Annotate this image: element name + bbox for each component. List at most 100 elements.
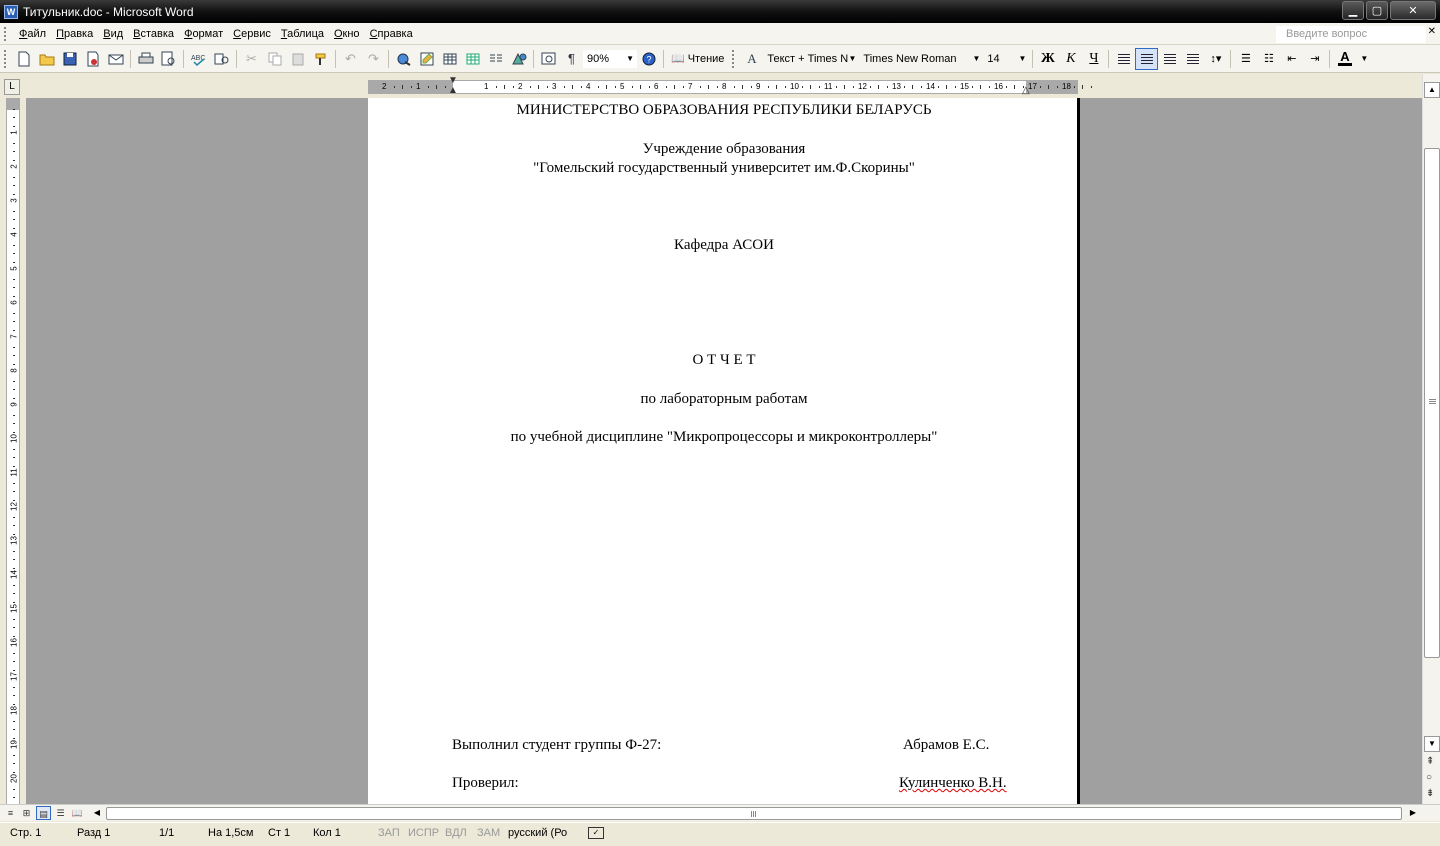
- print-icon[interactable]: [134, 48, 157, 70]
- document-area[interactable]: МИНИСТЕРСТВО ОБРАЗОВАНИЯ РЕСПУБЛИКИ БЕЛА…: [26, 98, 1422, 804]
- scroll-up-button[interactable]: ▲: [1424, 82, 1440, 98]
- reading-layout-icon[interactable]: 📖: [70, 806, 85, 820]
- columns-icon[interactable]: [484, 48, 507, 70]
- status-language[interactable]: русский (Ро: [508, 827, 567, 839]
- outline-view-icon[interactable]: ☰: [53, 806, 68, 820]
- vertical-ruler-tick-label: 8: [9, 368, 19, 373]
- word-app-icon[interactable]: W: [4, 4, 18, 19]
- format-painter-icon[interactable]: [309, 48, 332, 70]
- decrease-indent-icon[interactable]: ⇤: [1280, 48, 1303, 70]
- document-page[interactable]: МИНИСТЕРСТВО ОБРАЗОВАНИЯ РЕСПУБЛИКИ БЕЛА…: [368, 98, 1080, 804]
- menu-window[interactable]: Окно: [329, 24, 365, 44]
- increase-indent-icon[interactable]: ⇥: [1303, 48, 1326, 70]
- redo-icon[interactable]: ↷: [362, 48, 385, 70]
- horizontal-ruler[interactable]: 2 1 1 2 3 4 5 6 7 8 9 10 11 12 13 14 15 16 17 18 ▼ ▲ △: [368, 75, 1092, 96]
- undo-icon[interactable]: ↶: [339, 48, 362, 70]
- drawing-icon[interactable]: [507, 48, 530, 70]
- new-document-icon[interactable]: [12, 48, 35, 70]
- chevron-down-icon[interactable]: ▼: [1356, 54, 1372, 63]
- tables-borders-icon[interactable]: [415, 48, 438, 70]
- open-folder-icon[interactable]: [35, 48, 58, 70]
- toolbar-grip[interactable]: [4, 49, 8, 68]
- vertical-ruler-tick-label: 20: [9, 774, 19, 783]
- style-value: Текст + Times N: [767, 52, 849, 65]
- line-spacing-button[interactable]: ↕▾: [1204, 48, 1227, 70]
- next-page-icon[interactable]: ⇟: [1426, 788, 1434, 799]
- reading-mode-button[interactable]: 📖 Чтение: [667, 52, 728, 66]
- minimize-button[interactable]: ▁: [1342, 1, 1364, 20]
- vertical-scrollbar[interactable]: ▲ ▼ ⇞ ○ ⇟: [1422, 74, 1440, 804]
- toolbar-grip[interactable]: [732, 49, 736, 68]
- ruler-tick-mark: [844, 85, 845, 89]
- cut-icon[interactable]: ✂: [240, 48, 263, 70]
- vertical-ruler-tick-mark: [13, 797, 15, 798]
- save-icon[interactable]: [58, 48, 81, 70]
- menu-edit[interactable]: Правка: [51, 24, 98, 44]
- show-hide-pilcrow-icon[interactable]: ¶: [560, 48, 583, 70]
- previous-page-icon[interactable]: ⇞: [1426, 756, 1434, 767]
- zoom-select[interactable]: 90% ▼: [583, 49, 637, 68]
- align-right-button[interactable]: [1158, 48, 1181, 70]
- menu-file[interactable]: Файл: [14, 24, 51, 44]
- scroll-down-button[interactable]: ▼: [1424, 736, 1440, 752]
- print-preview-icon[interactable]: [157, 48, 180, 70]
- help-icon[interactable]: ?: [637, 48, 660, 70]
- vertical-ruler[interactable]: 123456789101112131415161718192021: [6, 98, 20, 817]
- tab-stop-selector[interactable]: L: [4, 79, 20, 95]
- status-overtype[interactable]: ЗАМ: [477, 827, 500, 839]
- menu-view[interactable]: Вид: [98, 24, 128, 44]
- style-select[interactable]: Текст + Times N ▼: [763, 50, 859, 68]
- menu-table[interactable]: Таблица: [276, 24, 329, 44]
- email-icon[interactable]: [104, 48, 127, 70]
- permission-icon[interactable]: [81, 48, 104, 70]
- title-bar[interactable]: W Титульник.doc - Microsoft Word ▁ ▢ ✕: [0, 0, 1440, 23]
- help-question-input[interactable]: Введите вопрос: [1276, 26, 1426, 43]
- left-indent-marker[interactable]: ▲: [448, 85, 458, 96]
- web-layout-icon[interactable]: ⊞: [19, 806, 34, 820]
- styles-formatting-icon[interactable]: A: [740, 48, 763, 70]
- ruler-tick-label: 12: [858, 82, 867, 91]
- scroll-right-button[interactable]: ▶: [1406, 806, 1420, 820]
- document-map-icon[interactable]: [537, 48, 560, 70]
- menu-grip[interactable]: [4, 26, 8, 41]
- close-document-icon[interactable]: ✕: [1428, 26, 1436, 37]
- align-center-button[interactable]: [1135, 47, 1159, 70]
- menu-insert[interactable]: Вставка: [128, 24, 179, 44]
- italic-button[interactable]: К: [1059, 48, 1082, 70]
- spelling-status-icon[interactable]: ✓: [588, 827, 604, 839]
- vertical-ruler-tick-mark: [13, 754, 15, 756]
- paste-icon[interactable]: [286, 48, 309, 70]
- spelling-icon[interactable]: ABC: [187, 48, 210, 70]
- insert-excel-icon[interactable]: [461, 48, 484, 70]
- status-extend-selection[interactable]: ВДЛ: [445, 827, 467, 839]
- font-select[interactable]: Times New Roman ▼: [859, 50, 983, 68]
- menu-tools[interactable]: Сервис: [228, 24, 276, 44]
- bullets-icon[interactable]: ☷: [1257, 48, 1280, 70]
- select-browse-object-icon[interactable]: ○: [1426, 772, 1432, 783]
- underline-button[interactable]: Ч: [1082, 48, 1105, 70]
- copy-icon[interactable]: [263, 48, 286, 70]
- menu-help[interactable]: Справка: [365, 24, 418, 44]
- vertical-scroll-thumb[interactable]: [1424, 148, 1440, 658]
- print-layout-icon[interactable]: ▤: [36, 806, 51, 820]
- status-track-changes[interactable]: ИСПР: [408, 827, 439, 839]
- right-indent-marker[interactable]: △: [1022, 85, 1030, 96]
- status-record-macro[interactable]: ЗАП: [378, 827, 400, 839]
- font-size-select[interactable]: 14 ▼: [983, 50, 1029, 68]
- bold-button[interactable]: Ж: [1036, 48, 1059, 70]
- ruler-tick-mark: [393, 86, 395, 88]
- font-color-button[interactable]: A: [1333, 48, 1356, 70]
- align-left-button[interactable]: [1112, 48, 1135, 70]
- insert-table-icon[interactable]: [438, 48, 461, 70]
- scroll-left-button[interactable]: ◀: [90, 806, 104, 820]
- menu-format[interactable]: Формат: [179, 24, 228, 44]
- horizontal-scroll-thumb[interactable]: [106, 807, 1402, 820]
- hyperlink-icon[interactable]: [392, 48, 415, 70]
- normal-view-icon[interactable]: ≡: [3, 806, 18, 820]
- close-button[interactable]: ✕: [1390, 1, 1436, 20]
- research-icon[interactable]: [210, 48, 233, 70]
- justify-button[interactable]: [1181, 48, 1204, 70]
- numbering-icon[interactable]: ☰: [1234, 48, 1257, 70]
- ruler-tick-mark: [1039, 86, 1041, 88]
- maximize-button[interactable]: ▢: [1366, 1, 1388, 20]
